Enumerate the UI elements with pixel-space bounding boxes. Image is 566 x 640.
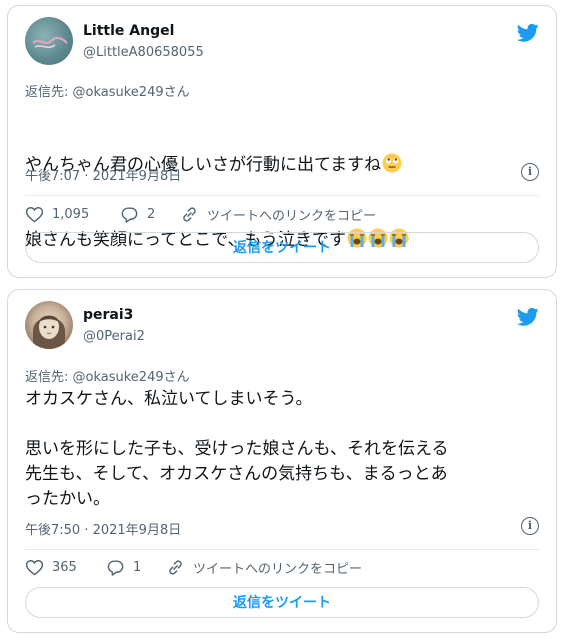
user-handle[interactable]: @0Perai2 — [83, 329, 145, 344]
avatar[interactable] — [25, 17, 73, 65]
copy-link-action[interactable]: ツイートへのリンクをコピー — [166, 556, 362, 578]
display-name[interactable]: perai3 — [83, 307, 133, 323]
reply-action[interactable]: 1 — [106, 556, 141, 578]
reply-tweet-button[interactable]: 返信をツイート — [25, 587, 539, 618]
reply-to-label: 返信先: @okasuke249さん — [25, 85, 190, 100]
display-name[interactable]: Little Angel — [83, 23, 174, 39]
face-with-rolling-eyes-emoji — [382, 153, 402, 173]
action-bar: 1,095 2 ツイートへのリンクをコピー — [25, 203, 539, 225]
reply-icon[interactable] — [120, 205, 139, 224]
tweet-text: オカスケさん、私泣いてしまいそう。 思いを形にした子も、受けった娘さんも、それを… — [25, 389, 449, 509]
link-icon[interactable] — [166, 558, 185, 577]
avatar-image — [32, 36, 68, 49]
tweet-card-1[interactable]: Little Angel @LittleA80658055 返信先: @okas… — [7, 5, 557, 278]
copy-link-action[interactable]: ツイートへのリンクをコピー — [180, 203, 376, 225]
heart-icon[interactable] — [25, 205, 44, 224]
twitter-bird-icon[interactable] — [517, 23, 539, 43]
twitter-bird-icon[interactable] — [517, 307, 539, 327]
like-count: 1,095 — [52, 206, 90, 222]
tweet-timestamp[interactable]: 午後7:50 · 2021年9月8日 — [25, 519, 181, 538]
reply-tweet-button[interactable]: 返信をツイート — [25, 232, 539, 263]
like-count: 365 — [52, 559, 77, 575]
copy-link-label: ツイートへのリンクをコピー — [207, 208, 377, 224]
divider — [25, 195, 539, 196]
avatar[interactable] — [25, 301, 73, 349]
like-action[interactable]: 365 — [25, 556, 77, 578]
info-icon[interactable]: i — [521, 163, 539, 181]
reply-count: 2 — [147, 206, 156, 222]
tweet-card-2[interactable]: perai3 @0Perai2 返信先: @okasuke249さん オカスケさ… — [7, 289, 557, 633]
reply-action[interactable]: 2 — [120, 203, 155, 225]
link-icon[interactable] — [180, 205, 199, 224]
tweet-timestamp[interactable]: 午後7:07 · 2021年9月8日 — [25, 165, 181, 184]
copy-link-label: ツイートへのリンクをコピー — [193, 561, 363, 577]
avatar-image — [33, 315, 65, 349]
like-action[interactable]: 1,095 — [25, 203, 89, 225]
reply-to-label: 返信先: @okasuke249さん — [25, 370, 190, 385]
reply-count: 1 — [133, 559, 142, 575]
divider — [25, 549, 539, 550]
action-bar: 365 1 ツイートへのリンクをコピー — [25, 556, 539, 578]
user-handle[interactable]: @LittleA80658055 — [83, 45, 204, 60]
info-icon[interactable]: i — [521, 517, 539, 535]
heart-icon[interactable] — [25, 558, 44, 577]
reply-icon[interactable] — [106, 558, 125, 577]
